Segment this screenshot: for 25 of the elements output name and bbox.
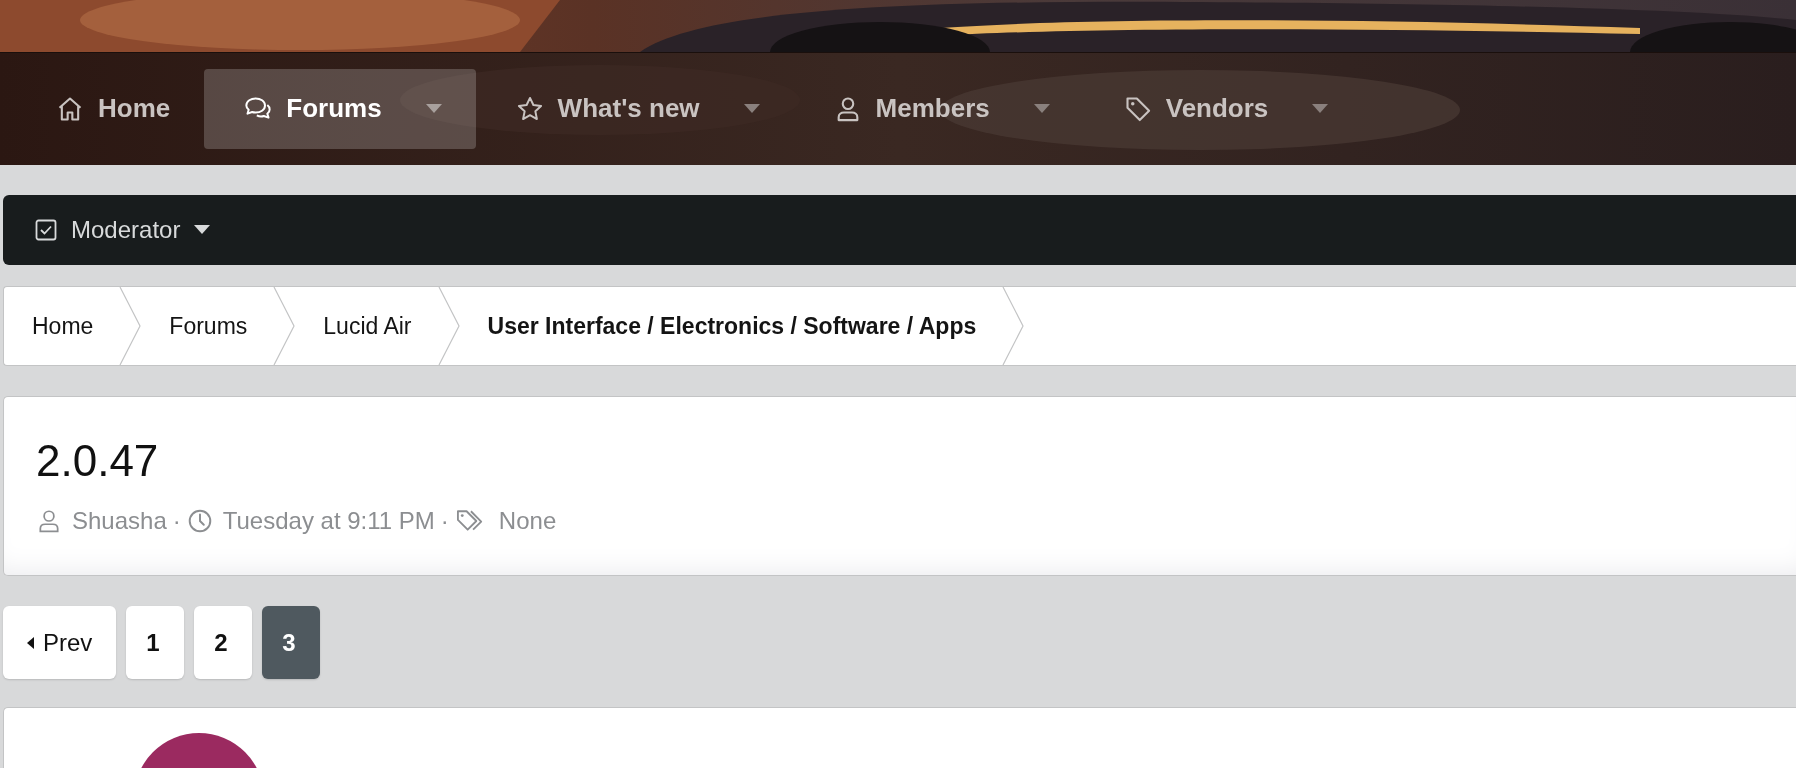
nav-tab[interactable]: Home: [16, 68, 205, 149]
post-date: Tuesday at 9:11 PM: [222, 507, 435, 536]
separator: ·: [172, 507, 181, 536]
tag-list: None: [498, 507, 557, 536]
page-button[interactable]: 1: [126, 606, 185, 680]
breadcrumb-link[interactable]: User Interface / Electronics / Software / Apps: [459, 312, 1003, 340]
nav-tab[interactable]: Members: [793, 68, 1084, 149]
breadcrumb-link[interactable]: Home: [4, 312, 120, 340]
breadcrumb-link[interactable]: Forums: [141, 312, 274, 340]
nav-tab[interactable]: What's new: [475, 68, 794, 149]
clock-icon: [186, 508, 213, 535]
checkbox-icon: [35, 219, 57, 241]
prev-button[interactable]: Prev: [3, 606, 117, 680]
page-button[interactable]: 2: [194, 606, 253, 680]
separator: ·: [440, 507, 449, 536]
caret-icon: [194, 225, 211, 235]
thread-title: 2.0.47: [36, 437, 160, 486]
caret-icon: [27, 636, 35, 649]
moderator-menu[interactable]: Moderator: [35, 216, 211, 244]
nav-tab[interactable]: Forums: [204, 68, 476, 149]
tag-icon: [1123, 94, 1152, 123]
page-button[interactable]: 3: [262, 606, 321, 680]
breadcrumb-link[interactable]: Lucid Air: [295, 312, 438, 340]
user-icon: [36, 508, 62, 535]
star-icon: [515, 94, 544, 123]
